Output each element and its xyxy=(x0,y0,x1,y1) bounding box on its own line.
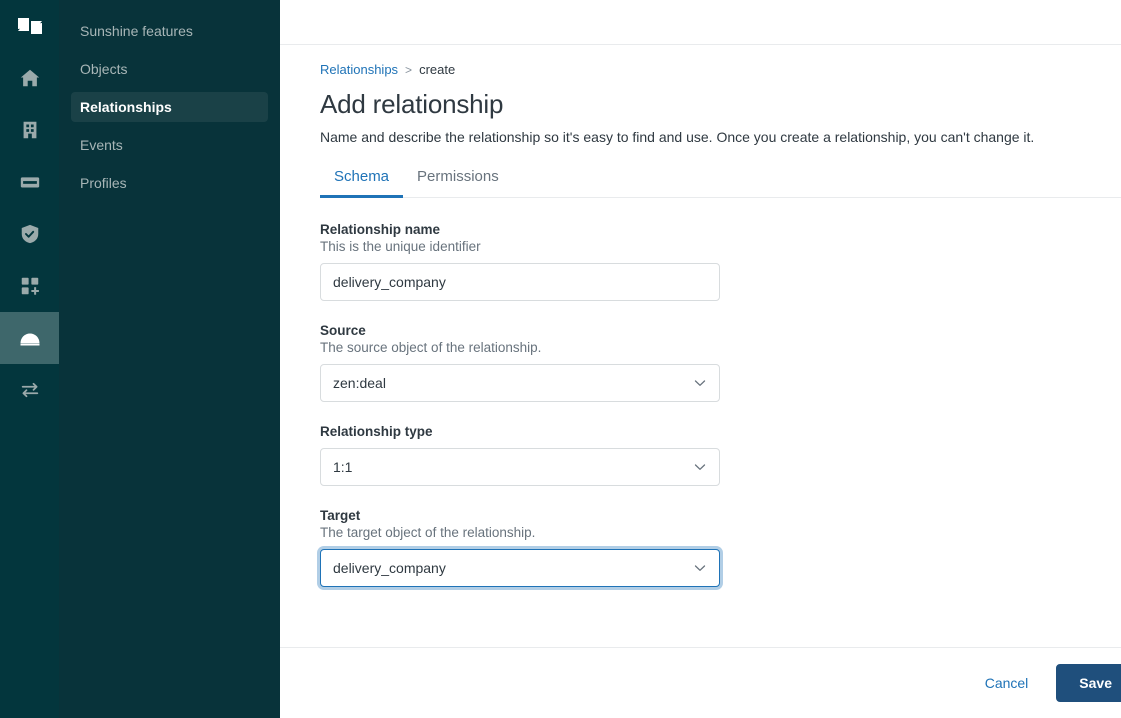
main-area: Relationships > create Add relationship … xyxy=(280,0,1121,718)
save-button[interactable]: Save xyxy=(1056,664,1121,702)
field-hint: This is the unique identifier xyxy=(320,239,481,254)
source-select[interactable]: zen:deal xyxy=(320,364,720,402)
relationship-name-input[interactable]: delivery_company xyxy=(320,263,720,301)
chevron-down-icon xyxy=(693,561,707,575)
building-icon xyxy=(19,119,41,141)
select-value: zen:deal xyxy=(333,375,386,391)
target-select[interactable]: delivery_company xyxy=(320,549,720,587)
field-label: Target xyxy=(320,508,361,523)
sidebar-item-label: Objects xyxy=(80,61,128,77)
zendesk-logo[interactable] xyxy=(0,0,59,52)
tab-permissions[interactable]: Permissions xyxy=(403,168,513,198)
rail-item-organizations[interactable] xyxy=(0,104,59,156)
chevron-down-icon xyxy=(693,376,707,390)
sunshine-icon xyxy=(17,325,43,351)
breadcrumb-current: create xyxy=(419,62,456,77)
ticket-icon xyxy=(19,171,41,193)
field-target: Target The target object of the relation… xyxy=(320,508,1121,587)
breadcrumb-separator-icon: > xyxy=(405,62,413,77)
select-value: 1:1 xyxy=(333,459,353,475)
product-icon-rail xyxy=(0,0,59,718)
field-label: Relationship type xyxy=(320,424,433,439)
breadcrumb-link-relationships[interactable]: Relationships xyxy=(320,62,398,77)
field-label: Source xyxy=(320,323,366,338)
tab-schema[interactable]: Schema xyxy=(320,168,404,198)
field-source: Source The source object of the relation… xyxy=(320,323,1121,402)
page-content: Relationships > create Add relationship … xyxy=(280,45,1121,647)
sidebar-item-objects[interactable]: Objects xyxy=(71,54,268,84)
sidebar-item-label: Profiles xyxy=(80,175,127,191)
field-relationship-name: Relationship name This is the unique ide… xyxy=(320,222,1121,301)
tab-list: Schema Permissions xyxy=(320,168,1121,198)
sidebar-item-label: Sunshine features xyxy=(80,23,193,39)
rail-item-guide[interactable] xyxy=(0,208,59,260)
sunshine-sidebar: Sunshine features Objects Relationships … xyxy=(59,0,280,718)
select-value: delivery_company xyxy=(333,560,446,576)
field-hint: The target object of the relationship. xyxy=(320,525,536,540)
sidebar-item-profiles[interactable]: Profiles xyxy=(71,168,268,198)
top-bar xyxy=(280,0,1121,45)
chevron-down-icon xyxy=(693,460,707,474)
sidebar-item-events[interactable]: Events xyxy=(71,130,268,160)
page-title: Add relationship xyxy=(320,89,504,119)
rail-item-apps[interactable] xyxy=(0,260,59,312)
sidebar-item-sunshine-features[interactable]: Sunshine features xyxy=(71,16,268,46)
home-icon xyxy=(19,67,41,89)
field-relationship-type: Relationship type 1:1 xyxy=(320,424,1121,486)
sidebar-item-label: Relationships xyxy=(80,99,172,115)
apps-add-icon xyxy=(19,275,41,297)
sidebar-item-relationships[interactable]: Relationships xyxy=(71,92,268,122)
breadcrumb: Relationships > create xyxy=(320,62,1121,77)
rail-item-home[interactable] xyxy=(0,52,59,104)
rail-item-sunshine[interactable] xyxy=(0,312,59,364)
shield-check-icon xyxy=(19,223,41,245)
form-footer: Cancel Save xyxy=(280,647,1121,718)
page-description: Name and describe the relationship so it… xyxy=(320,129,1035,145)
app-root: Sunshine features Objects Relationships … xyxy=(0,0,1121,718)
field-label: Relationship name xyxy=(320,222,441,237)
transfer-arrows-icon xyxy=(19,379,41,401)
field-hint: The source object of the relationship. xyxy=(320,340,542,355)
input-value: delivery_company xyxy=(333,274,446,290)
rail-item-connect[interactable] xyxy=(0,364,59,416)
rail-item-tickets[interactable] xyxy=(0,156,59,208)
relationship-type-select[interactable]: 1:1 xyxy=(320,448,720,486)
cancel-button[interactable]: Cancel xyxy=(977,666,1037,700)
sidebar-item-label: Events xyxy=(80,137,123,153)
